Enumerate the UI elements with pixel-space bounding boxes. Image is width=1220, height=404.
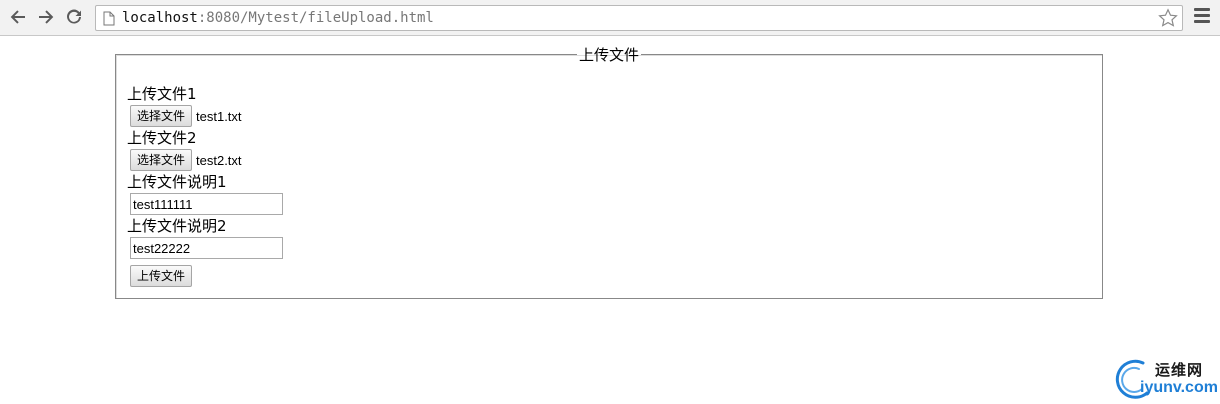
menu-icon[interactable] (1194, 8, 1210, 26)
reload-icon (67, 9, 81, 24)
file1-row: 选择文件 test1.txt (127, 105, 1091, 127)
back-button[interactable] (7, 6, 29, 28)
desc2-input[interactable] (130, 237, 283, 259)
submit-upload-button[interactable]: 上传文件 (130, 265, 193, 287)
reload-button[interactable] (63, 6, 85, 28)
choose-file1-button[interactable]: 选择文件 (130, 105, 193, 127)
back-icon (10, 10, 25, 24)
url-text: localhost:8080/Mytest/fileUpload.html (122, 10, 434, 27)
page-icon (103, 11, 115, 26)
forward-icon (39, 10, 54, 24)
watermark-logo: 运维网 iyunv.com (1113, 355, 1220, 404)
watermark-text-cn: 运维网 (1155, 361, 1204, 379)
fieldset-legend: 上传文件 (578, 46, 639, 64)
desc2-label: 上传文件说明2 (127, 217, 227, 235)
star-icon[interactable] (1158, 8, 1178, 28)
file2-row: 选择文件 test2.txt (127, 149, 1091, 171)
file1-label: 上传文件1 (127, 85, 197, 103)
url-path: :8080/Mytest/fileUpload.html (197, 10, 434, 26)
browser-toolbar: localhost:8080/Mytest/fileUpload.html (0, 0, 1220, 36)
file1-name: test1.txt (196, 108, 242, 124)
address-bar[interactable]: localhost:8080/Mytest/fileUpload.html (95, 5, 1183, 31)
desc1-input[interactable] (130, 193, 283, 215)
page-content: 上传文件 上传文件1 选择文件 test1.txt 上传文件2 选择文件 tes… (0, 37, 1220, 404)
desc1-label: 上传文件说明1 (127, 173, 227, 191)
file2-name: test2.txt (196, 152, 242, 168)
forward-button[interactable] (35, 6, 57, 28)
upload-fieldset: 上传文件 上传文件1 选择文件 test1.txt 上传文件2 选择文件 tes… (115, 44, 1103, 299)
url-host: localhost (122, 10, 198, 26)
watermark-text-en: iyunv.com (1140, 379, 1218, 396)
file2-label: 上传文件2 (127, 129, 197, 147)
choose-file2-button[interactable]: 选择文件 (130, 149, 193, 171)
